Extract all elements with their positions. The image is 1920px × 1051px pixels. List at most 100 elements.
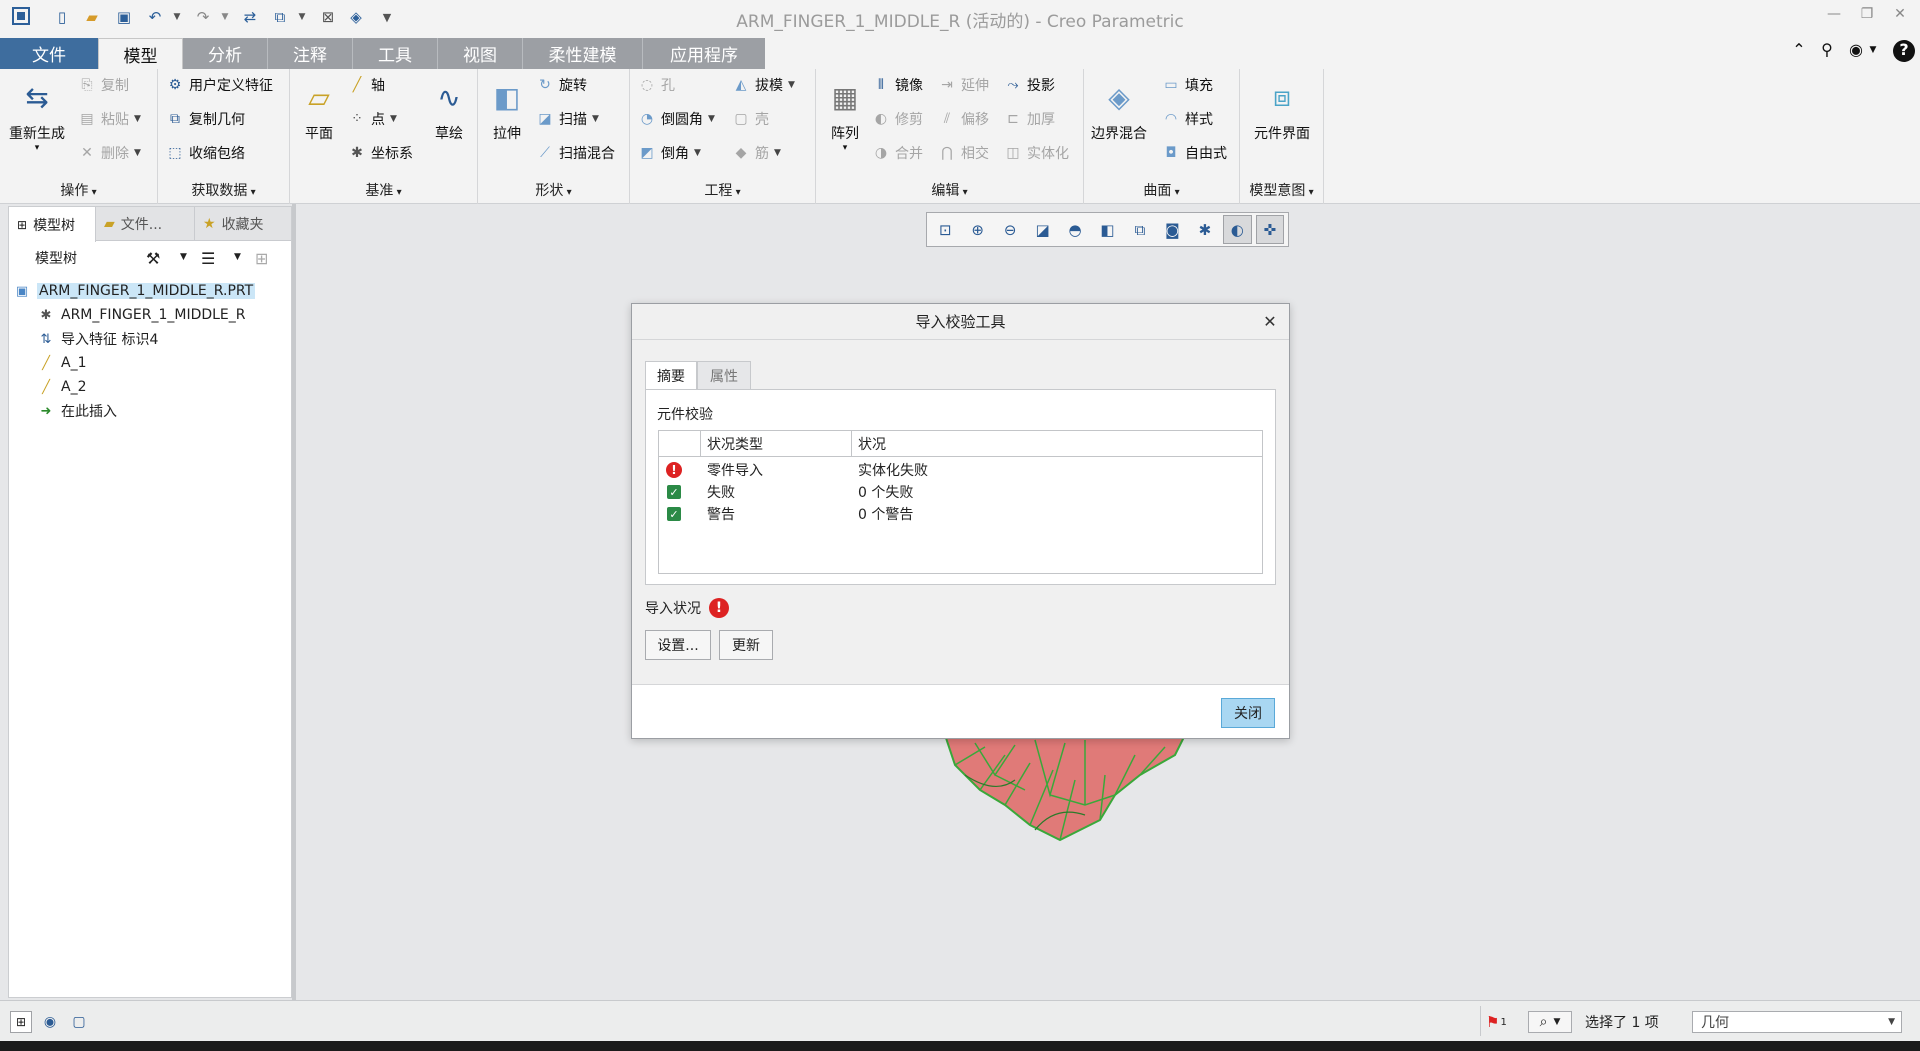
extend-button[interactable]: ⇥ 延伸 <box>938 74 989 96</box>
solidify-button[interactable]: ◫ 实体化 <box>1004 142 1069 164</box>
sketch-button[interactable]: ∿ 草绘 <box>424 77 474 143</box>
tree-item-insert-here[interactable]: ➜ 在此插入 <box>37 399 117 423</box>
copy-button[interactable]: ⎘ 复制 <box>78 74 129 96</box>
delete-button[interactable]: ✕ 删除 ▼ <box>78 142 141 164</box>
revolve-button[interactable]: ↻ 旋转 <box>536 74 587 96</box>
offset-button[interactable]: ⫽ 偏移 <box>938 108 989 130</box>
regenerate-button[interactable]: ⇆ 重新生成 ▾ <box>4 77 70 154</box>
axis-button[interactable]: ╱ 轴 <box>348 74 385 96</box>
saved-orientations-icon[interactable]: ◧ <box>1093 215 1121 244</box>
toggle-navigator-icon[interactable]: ⊞ <box>10 1011 32 1033</box>
shrinkwrap-button[interactable]: ⬚ 收缩包络 <box>166 142 245 164</box>
sweep-button[interactable]: ◪ 扫描 ▼ <box>536 108 599 130</box>
tab-favorites[interactable]: ★ 收藏夹 <box>195 207 291 241</box>
repaint-icon[interactable]: ◪ <box>1028 215 1056 244</box>
style-button[interactable]: ◠ 样式 <box>1162 108 1213 130</box>
tab-folder-browser[interactable]: ▰ 文件... <box>96 207 195 241</box>
tree-item-axis-a2[interactable]: ╱ A_2 <box>37 375 86 399</box>
zoom-out-icon[interactable]: ⊖ <box>996 215 1024 244</box>
collapse-ribbon-icon[interactable]: ⌃ <box>1788 40 1810 62</box>
tree-item-axis-a1[interactable]: ╱ A_1 <box>37 351 86 375</box>
group-label-editing[interactable]: 编辑 <box>816 180 1083 200</box>
udf-button[interactable]: ⚙ 用户定义特征 <box>166 74 273 96</box>
point-button[interactable]: ⁘ 点 ▼ <box>348 108 397 130</box>
tab-properties[interactable]: 属性 <box>697 361 751 389</box>
component-interface-button[interactable]: ⧈ 元件界面 <box>1244 77 1320 143</box>
tab-flexible-modeling[interactable]: 柔性建模 <box>523 38 643 69</box>
part-model[interactable] <box>935 735 1195 845</box>
settings-button[interactable]: 设置... <box>645 630 711 660</box>
close-icon[interactable]: ✕ <box>1888 6 1912 26</box>
plane-button[interactable]: ▱ 平面 <box>294 77 344 143</box>
pattern-button[interactable]: ▦ 阵列 ▾ <box>820 77 870 154</box>
swept-blend-button[interactable]: ⟋ 扫描混合 <box>536 142 615 164</box>
zoom-in-icon[interactable]: ⊕ <box>963 215 991 244</box>
tree-settings-dropdown-icon[interactable]: ▼ <box>180 252 187 262</box>
annotation-display-icon[interactable]: ◐ <box>1223 215 1252 244</box>
project-button[interactable]: ⤳ 投影 <box>1004 74 1055 96</box>
tree-item-root[interactable]: ▣ ARM_FINGER_1_MIDDLE_R.PRT <box>13 279 256 303</box>
tab-analysis[interactable]: 分析 <box>183 38 268 69</box>
tab-view[interactable]: 视图 <box>438 38 523 69</box>
perspective-icon[interactable]: ◙ <box>1158 215 1186 244</box>
intersect-button[interactable]: ⋂ 相交 <box>938 142 989 164</box>
csys-button[interactable]: ✱ 坐标系 <box>348 142 413 164</box>
tree-settings-icon[interactable]: ⚒ <box>146 249 160 268</box>
group-label-model-intent[interactable]: 模型意图 <box>1240 180 1323 200</box>
message-flag-icon[interactable]: ⚑ 1 <box>1486 1011 1507 1033</box>
table-row[interactable]: ✓ 失败 0 个失败 <box>659 481 1262 503</box>
datum-display-icon[interactable]: ✱ <box>1191 215 1219 244</box>
tab-summary[interactable]: 摘要 <box>645 361 697 390</box>
find-button[interactable]: ⌕ ▼ <box>1528 1011 1572 1033</box>
copy-geometry-button[interactable]: ⧉ 复制几何 <box>166 108 245 130</box>
panel-divider[interactable] <box>292 204 296 1000</box>
fullscreen-icon[interactable]: ▢ <box>68 1011 90 1033</box>
view-manager-icon[interactable]: ⧉ <box>1126 215 1154 244</box>
minimize-icon[interactable]: — <box>1822 6 1846 26</box>
hole-button[interactable]: ◌ 孔 <box>638 74 675 96</box>
boundary-blend-button[interactable]: ◈ 边界混合 <box>1088 77 1150 143</box>
community-dropdown-icon[interactable]: ▼ <box>1862 45 1884 67</box>
chamfer-button[interactable]: ◩ 倒角 ▼ <box>638 142 701 164</box>
tab-model[interactable]: 模型 <box>98 38 183 70</box>
group-label-engineering[interactable]: 工程 <box>630 180 815 200</box>
table-row[interactable]: ! 零件导入 实体化失败 <box>659 459 1262 481</box>
tab-applications[interactable]: 应用程序 <box>643 38 765 69</box>
restore-icon[interactable]: ❐ <box>1855 6 1879 26</box>
thicken-button[interactable]: ⊏ 加厚 <box>1004 108 1055 130</box>
tree-filter-icon[interactable]: ⊞ <box>255 249 268 268</box>
search-icon[interactable]: ⚲ <box>1816 40 1838 62</box>
merge-button[interactable]: ◑ 合并 <box>872 142 923 164</box>
update-button[interactable]: 更新 <box>719 630 773 660</box>
shell-button[interactable]: ▢ 壳 <box>732 108 769 130</box>
display-style-icon[interactable]: ◓ <box>1061 215 1089 244</box>
group-label-operations[interactable]: 操作 <box>0 180 157 200</box>
paste-button[interactable]: ▤ 粘贴 ▼ <box>78 108 141 130</box>
group-label-shapes[interactable]: 形状 <box>478 180 629 200</box>
extrude-button[interactable]: ◧ 拉伸 <box>482 77 532 143</box>
draft-button[interactable]: ◭ 拔模 ▼ <box>732 74 795 96</box>
refit-icon[interactable]: ⊡ <box>931 215 959 244</box>
group-label-datum[interactable]: 基准 <box>290 180 477 200</box>
browser-icon[interactable]: ◉ <box>39 1011 61 1033</box>
table-row[interactable]: ✓ 警告 0 个警告 <box>659 503 1262 525</box>
rib-button[interactable]: ◆ 筋 ▼ <box>732 142 781 164</box>
tab-file[interactable]: 文件 <box>0 38 98 69</box>
tree-columns-dropdown-icon[interactable]: ▼ <box>234 252 241 262</box>
fill-button[interactable]: ▭ 填充 <box>1162 74 1213 96</box>
help-icon[interactable]: ? <box>1893 40 1915 62</box>
group-label-surfaces[interactable]: 曲面 <box>1084 180 1239 200</box>
spin-center-icon[interactable]: ✜ <box>1255 215 1285 244</box>
close-button[interactable]: 关闭 <box>1221 698 1275 728</box>
freestyle-button[interactable]: ◘ 自由式 <box>1162 142 1227 164</box>
tree-item-import-feature[interactable]: ⇅ 导入特征 标识4 <box>37 327 159 351</box>
close-icon[interactable]: ✕ <box>1261 312 1279 331</box>
tab-annotate[interactable]: 注释 <box>268 38 353 69</box>
tab-model-tree[interactable]: ⊞ 模型树 <box>9 207 96 242</box>
group-label-get-data[interactable]: 获取数据 <box>158 180 289 200</box>
trim-button[interactable]: ◐ 修剪 <box>872 108 923 130</box>
mirror-button[interactable]: ⫴ 镜像 <box>872 74 923 96</box>
round-button[interactable]: ◔ 倒圆角 ▼ <box>638 108 715 130</box>
tree-columns-icon[interactable]: ☰ <box>201 249 215 268</box>
selection-filter[interactable]: 几何 ▼ <box>1692 1011 1902 1033</box>
